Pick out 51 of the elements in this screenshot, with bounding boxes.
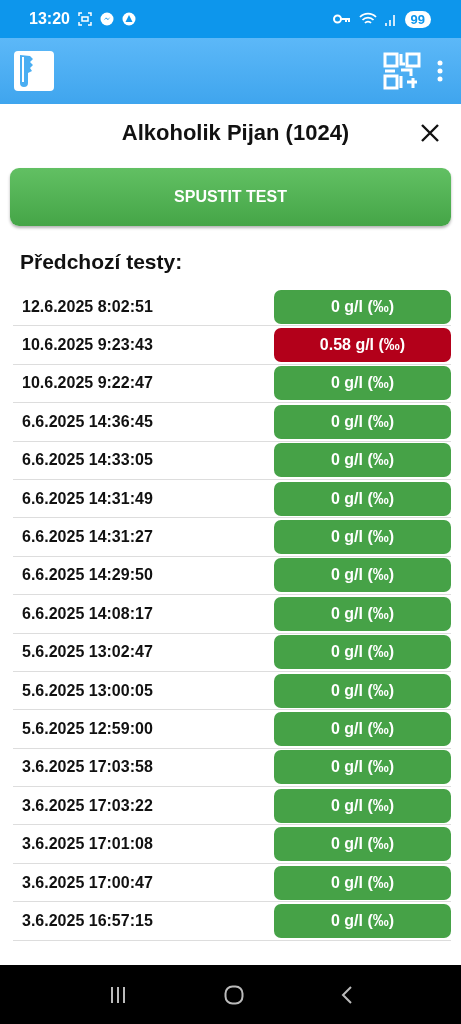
qr-code-icon[interactable] <box>383 52 421 90</box>
test-time: 6.6.2025 14:08:17 <box>22 604 153 623</box>
test-time: 5.6.2025 12:59:00 <box>22 720 153 738</box>
result-badge: 0 g/l (‰) <box>274 673 451 708</box>
result-badge: 0.58 g/l (‰) <box>274 328 451 363</box>
test-time: 3.6.2025 17:03:58 <box>22 758 153 777</box>
test-time: 3.6.2025 16:57:15 <box>22 911 153 930</box>
result-badge: 0 g/l (‰) <box>274 865 451 900</box>
test-time: 10.6.2025 9:23:43 <box>22 336 153 355</box>
wifi-icon <box>358 12 377 26</box>
clock: 13:20 <box>29 10 70 28</box>
test-time: 3.6.2025 17:03:22 <box>22 796 153 815</box>
result-badge: 0 g/l (‰) <box>274 481 451 516</box>
test-time: 6.6.2025 14:29:50 <box>22 566 153 585</box>
result-badge: 0 g/l (‰) <box>274 520 451 555</box>
result-badge: 0 g/l (‰) <box>274 443 451 478</box>
test-time: 3.6.2025 17:01:08 <box>22 835 153 854</box>
result-badge: 0 g/l (‰) <box>274 404 451 439</box>
result-badge: 0 g/l (‰) <box>274 596 451 631</box>
test-time: 6.6.2025 14:36:45 <box>22 412 153 431</box>
result-badge: 0 g/l (‰) <box>274 635 451 670</box>
result-badge: 0 g/l (‰) <box>274 366 451 401</box>
app-logo-icon <box>14 51 54 91</box>
back-icon[interactable] <box>340 984 353 1005</box>
close-icon[interactable] <box>421 124 439 142</box>
recent-apps-icon[interactable] <box>108 985 127 1004</box>
test-time: 6.6.2025 14:31:27 <box>22 528 153 547</box>
start-test-button[interactable]: SPUSTIT TEST <box>10 168 451 226</box>
dialog-title: Alkoholik Pijan (1024) <box>120 120 351 146</box>
battery-level: 99 <box>404 10 431 28</box>
result-badge: 0 g/l (‰) <box>274 788 451 823</box>
app-icon <box>121 12 136 26</box>
test-time: 6.6.2025 14:33:05 <box>22 451 153 470</box>
home-icon[interactable] <box>223 984 244 1005</box>
test-time: 10.6.2025 9:22:47 <box>22 374 153 393</box>
result-badge: 0 g/l (‰) <box>274 712 451 746</box>
result-badge: 0 g/l (‰) <box>274 827 451 862</box>
test-time: 5.6.2025 13:00:05 <box>22 681 153 700</box>
screenshot-icon <box>77 12 92 26</box>
test-time: 12.6.2025 8:02:51 <box>22 297 153 316</box>
section-heading: Předchozí testy: <box>20 250 184 274</box>
result-badge: 0 g/l (‰) <box>274 903 451 938</box>
result-badge: 0 g/l (‰) <box>274 558 451 593</box>
test-time: 5.6.2025 13:02:47 <box>22 643 153 662</box>
test-time: 6.6.2025 14:31:49 <box>22 489 153 508</box>
test-time: 3.6.2025 17:00:47 <box>22 873 153 892</box>
signal-icon <box>384 12 397 26</box>
result-badge: 0 g/l (‰) <box>274 750 451 785</box>
messenger-icon <box>99 12 114 26</box>
key-icon <box>332 14 351 24</box>
result-badge: 0 g/l (‰) <box>274 289 451 324</box>
